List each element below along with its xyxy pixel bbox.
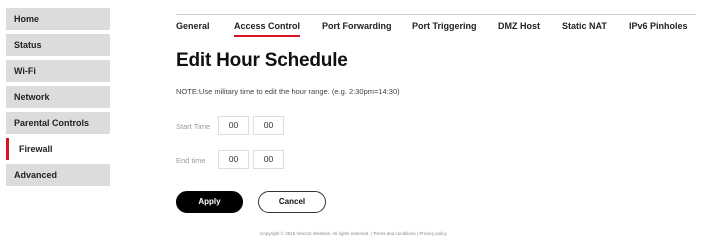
active-tab-indicator [234,35,301,37]
tab-port-forwarding[interactable]: Port Forwarding [322,21,392,31]
sidebar-item-home[interactable]: Home [6,8,110,30]
sidebar-item-parental-controls[interactable]: Parental Controls [6,112,110,134]
start-hour-input[interactable]: 00 [218,116,249,135]
tab-access-control-label: Access Control [234,21,301,31]
tab-ipv6-pinholes[interactable]: IPv6 Pinholes [629,21,688,31]
start-time-label: Start Time [176,122,211,131]
tab-dmz-host[interactable]: DMZ Host [498,21,540,31]
sidebar-item-firewall[interactable]: Firewall [6,138,110,160]
cancel-button[interactable]: Cancel [258,191,326,213]
end-minute-input[interactable]: 00 [253,150,284,169]
end-hour-input[interactable]: 00 [218,150,249,169]
page-title: Edit Hour Schedule [176,50,348,71]
tab-access-control[interactable]: Access Control [234,21,301,37]
firewall-tabs: General Access Control Port Forwarding P… [176,14,696,37]
military-time-note: NOTE:Use military time to edit the hour … [176,87,400,96]
sidebar-item-network[interactable]: Network [6,86,110,108]
tab-port-triggering[interactable]: Port Triggering [412,21,477,31]
tab-static-nat[interactable]: Static NAT [562,21,607,31]
tab-general[interactable]: General [176,21,210,31]
sidebar-nav: Home Status Wi-Fi Network Parental Contr… [6,8,110,190]
sidebar-item-wifi[interactable]: Wi-Fi [6,60,110,82]
copyright-footer: Copyright © 2019 Verizon Wireless. All r… [260,231,447,236]
sidebar-item-status[interactable]: Status [6,34,110,56]
sidebar-item-advanced[interactable]: Advanced [6,164,110,186]
end-time-label: End time [176,156,206,165]
start-minute-input[interactable]: 00 [253,116,284,135]
apply-button[interactable]: Apply [176,191,243,213]
